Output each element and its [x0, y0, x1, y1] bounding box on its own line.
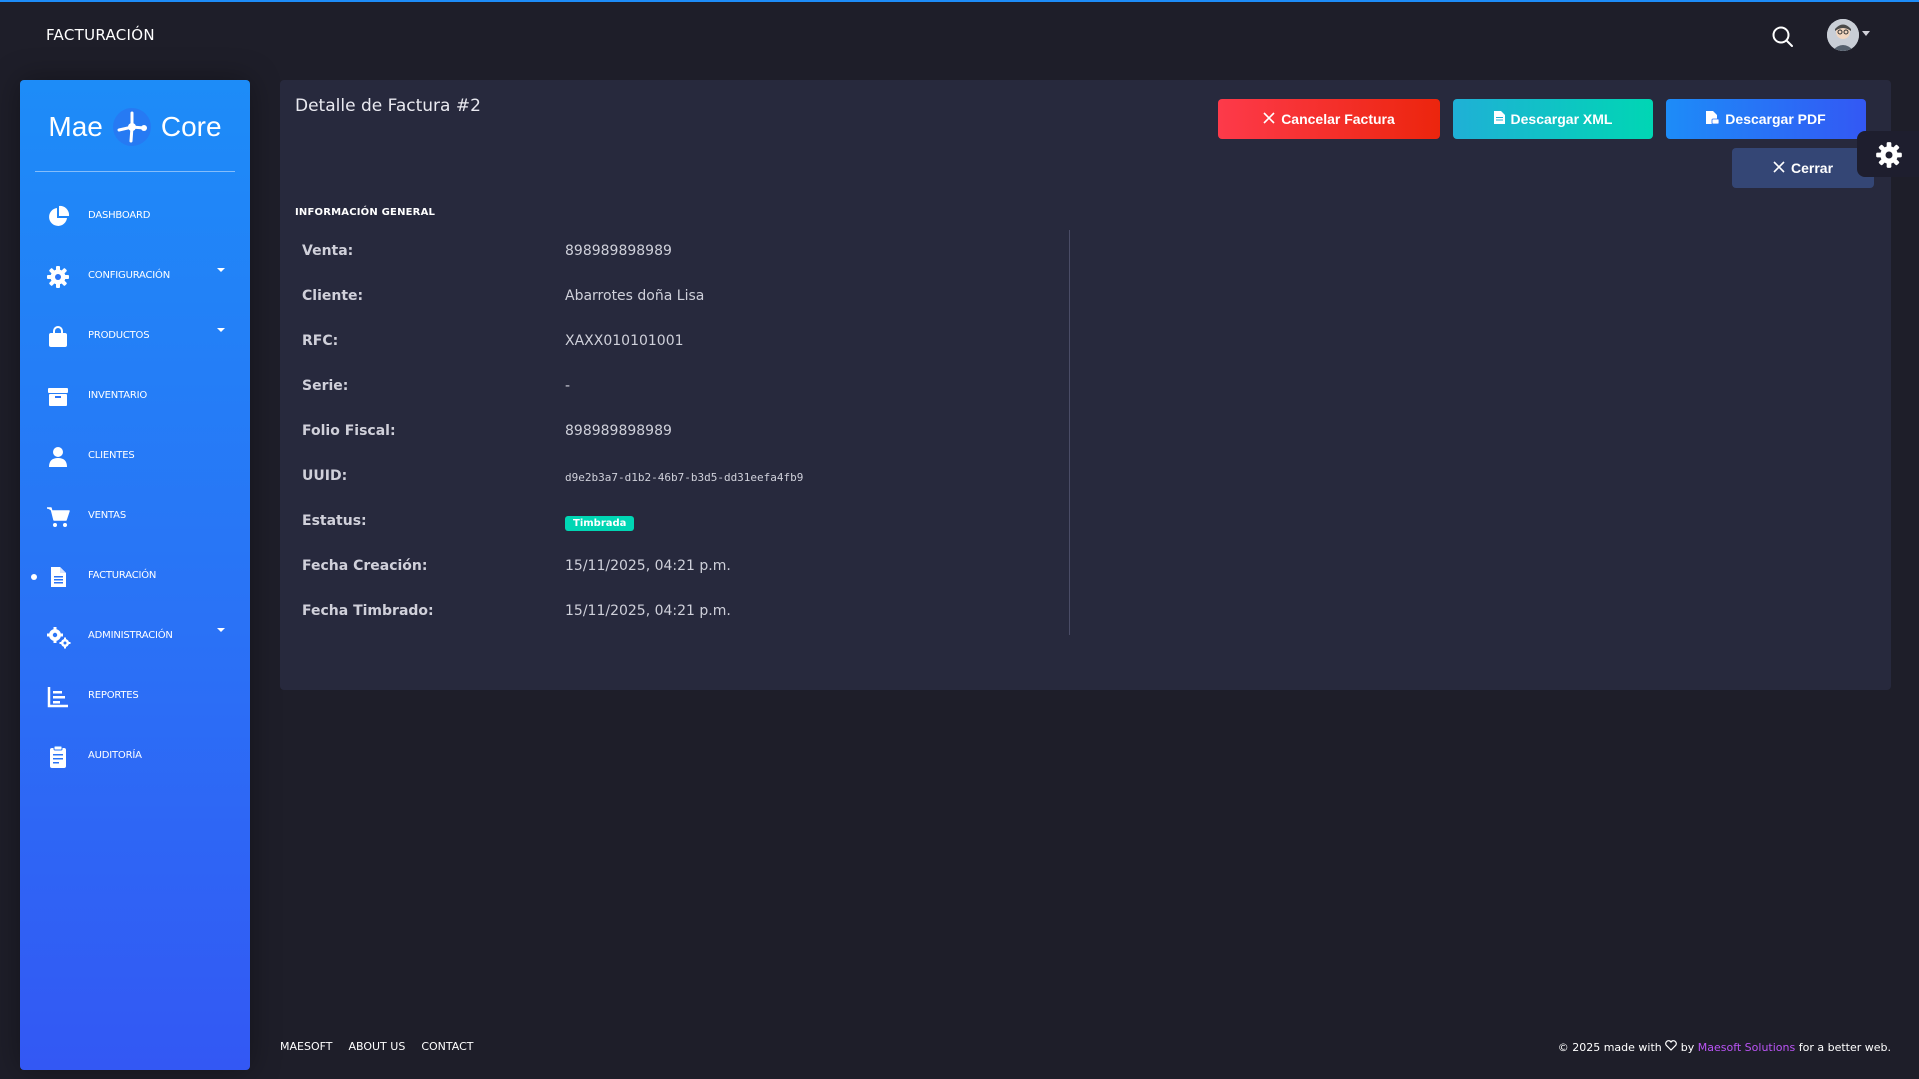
sidebar-item-label: CONFIGURACIÓN: [88, 270, 170, 281]
sidebar-item-label: REPORTES: [88, 690, 139, 701]
sidebar-item-ventas[interactable]: VENTAS: [20, 496, 250, 536]
shopping-cart-icon: [46, 505, 70, 529]
footer-link-about-us[interactable]: ABOUT US: [348, 1040, 405, 1053]
field-value-folio-fiscal: 898989898989: [565, 423, 672, 439]
field-value-serie: -: [565, 378, 571, 394]
sidebar-item-label: VENTAS: [88, 510, 126, 521]
footer-link-contact[interactable]: CONTACT: [421, 1040, 473, 1053]
brand-logo[interactable]: Mae Core: [20, 102, 250, 152]
copyright-prefix: © 2025 made with: [1557, 1041, 1662, 1054]
field-value-rfc: XAXX010101001: [565, 333, 684, 349]
chevron-down-icon: [217, 268, 225, 272]
sidebar-item-facturacion[interactable]: FACTURACIÓN: [20, 556, 250, 596]
sidebar-item-reportes[interactable]: REPORTES: [20, 676, 250, 716]
field-label-folio-fiscal: Folio Fiscal:: [302, 423, 396, 439]
logo-text-left: Mae: [48, 111, 103, 142]
sidebar-item-inventario[interactable]: INVENTARIO: [20, 376, 250, 416]
sidebar-item-label: FACTURACIÓN: [88, 570, 157, 581]
download-xml-label: Descargar XML: [1510, 111, 1613, 127]
download-pdf-label: Descargar PDF: [1725, 111, 1826, 127]
sidebar-item-productos[interactable]: PRODUCTOS: [20, 316, 250, 356]
field-label-fecha-creacion: Fecha Creación:: [302, 558, 428, 574]
field-label-estatus: Estatus:: [302, 513, 367, 529]
cancel-invoice-label: Cancelar Factura: [1281, 111, 1395, 127]
user-avatar[interactable]: [1827, 19, 1859, 51]
bar-chart-icon: [46, 685, 70, 709]
field-value-uuid: d9e2b3a7-d1b2-46b7-b3d5-dd31eefa4fb9: [565, 471, 804, 484]
download-pdf-button[interactable]: Descargar PDF: [1666, 99, 1866, 139]
footer-copyright: © 2025 made with by Maesoft Solutions fo…: [1540, 1040, 1891, 1054]
field-label-rfc: RFC:: [302, 333, 339, 349]
brand-link[interactable]: Maesoft Solutions: [1698, 1041, 1796, 1054]
footer-link-maesoft[interactable]: MAESOFT: [280, 1040, 332, 1053]
archive-box-icon: [46, 385, 70, 409]
sidebar-divider: [35, 171, 235, 172]
file-pdf-icon: [1706, 111, 1720, 127]
sidebar-item-label: DASHBOARD: [88, 210, 151, 221]
close-label: Cerrar: [1790, 160, 1834, 176]
card-title: Detalle de Factura #2: [295, 96, 481, 116]
status-badge: Timbrada: [565, 516, 635, 531]
close-icon: [1263, 111, 1275, 127]
footer-nav: MAESOFT ABOUT US CONTACT: [280, 1040, 473, 1053]
field-value-fecha-creacion: 15/11/2025, 04:21 p.m.: [565, 558, 731, 574]
field-label-uuid: UUID:: [302, 468, 348, 484]
active-indicator-dot: [31, 574, 37, 580]
invoice-detail-card: Detalle de Factura #2 Cancelar Factura D…: [280, 80, 1891, 690]
sidebar-item-label: CLIENTES: [88, 450, 135, 461]
chevron-down-icon: [217, 328, 225, 332]
logo-network-icon: [111, 106, 153, 148]
cancel-invoice-button[interactable]: Cancelar Factura: [1218, 99, 1440, 139]
sidebar-item-clientes[interactable]: CLIENTES: [20, 436, 250, 476]
page-title: FACTURACIÓN: [46, 26, 155, 44]
gears-icon: [46, 625, 71, 649]
sidebar-item-configuracion[interactable]: CONFIGURACIÓN: [20, 256, 250, 296]
gear-icon: [46, 265, 70, 289]
user-icon: [46, 445, 70, 469]
field-label-fecha-timbrado: Fecha Timbrado:: [302, 603, 434, 619]
sidebar-item-label: PRODUCTOS: [88, 330, 150, 341]
file-icon: [1493, 111, 1505, 127]
document-icon: [46, 565, 70, 589]
gear-icon: [1876, 142, 1902, 168]
search-icon[interactable]: [1770, 24, 1796, 50]
download-xml-button[interactable]: Descargar XML: [1453, 99, 1653, 139]
heart-icon: [1665, 1040, 1678, 1054]
field-label-serie: Serie:: [302, 378, 349, 394]
top-navbar: FACTURACIÓN: [0, 2, 1919, 70]
sidebar-item-label: ADMINISTRACIÓN: [88, 630, 173, 641]
field-value-estatus: Timbrada: [565, 514, 635, 531]
sidebar-item-label: AUDITORÍA: [88, 750, 142, 761]
close-button[interactable]: Cerrar: [1732, 148, 1874, 188]
close-icon: [1773, 160, 1785, 176]
user-menu-caret-icon[interactable]: [1862, 31, 1870, 36]
sidebar: Mae Core DASHBOARD CONFIGURACIÓN PRODUCT…: [20, 80, 250, 1070]
copyright-suffix: for a better web.: [1798, 1041, 1891, 1054]
pie-chart-icon: [46, 205, 70, 229]
clipboard-icon: [46, 745, 70, 769]
field-label-cliente: Cliente:: [302, 288, 364, 304]
logo-text-right: Core: [160, 111, 222, 142]
settings-panel-toggle[interactable]: [1857, 131, 1919, 177]
sidebar-item-administracion[interactable]: ADMINISTRACIÓN: [20, 616, 250, 656]
field-value-cliente: Abarrotes doña Lisa: [565, 288, 705, 304]
sidebar-item-dashboard[interactable]: DASHBOARD: [20, 196, 250, 236]
copyright-by: by: [1680, 1041, 1695, 1054]
field-value-fecha-timbrado: 15/11/2025, 04:21 p.m.: [565, 603, 731, 619]
field-label-venta: Venta:: [302, 243, 354, 259]
sidebar-item-label: INVENTARIO: [88, 390, 148, 401]
field-value-venta: 898989898989: [565, 243, 672, 259]
chevron-down-icon: [217, 628, 225, 632]
section-title: INFORMACIÓN GENERAL: [295, 207, 436, 218]
sidebar-item-auditoria[interactable]: AUDITORÍA: [20, 736, 250, 776]
vertical-divider: [1069, 230, 1070, 635]
shopping-bag-icon: [46, 325, 70, 349]
